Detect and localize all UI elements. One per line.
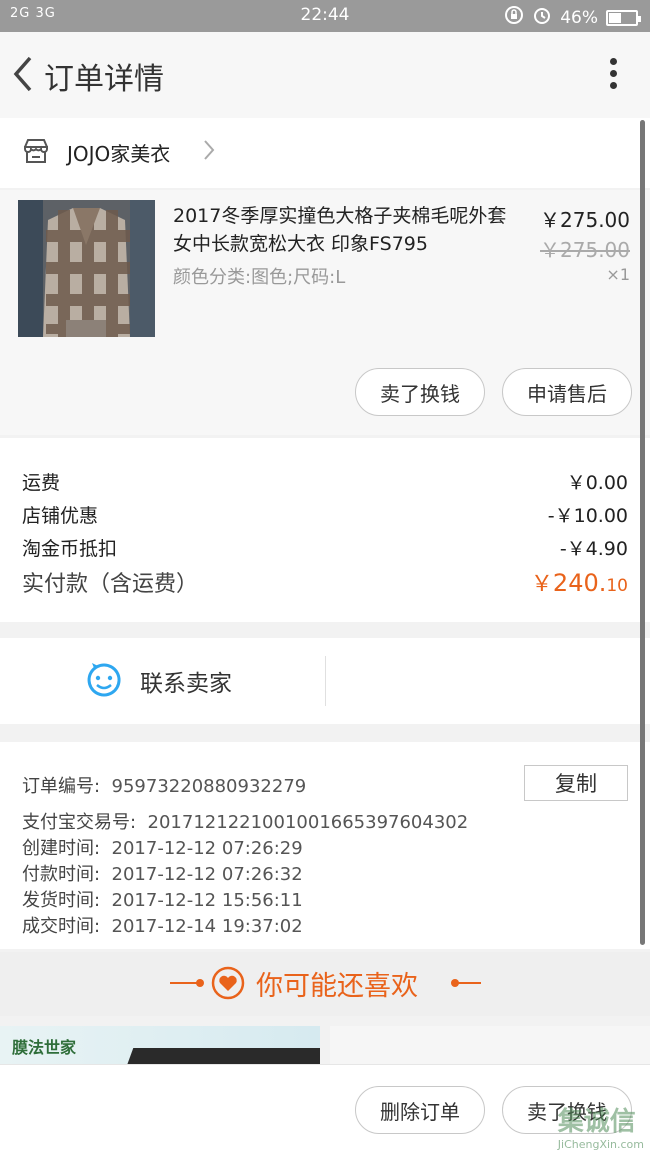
shop-discount-value: -￥10.00 — [547, 505, 628, 527]
divider — [325, 656, 326, 706]
scrollbar[interactable] — [640, 120, 645, 945]
coin-deduction-label: 淘金币抵扣 — [22, 538, 118, 560]
plaid-coat-image — [18, 200, 155, 337]
order-number-row: 订单编号: 95973220880932279 — [22, 772, 306, 798]
recommend-product-card[interactable]: 膜法世家 — [0, 1026, 320, 1064]
order-info: 订单编号: 95973220880932279 复制 支付宝交易号: 20171… — [0, 742, 650, 949]
order-number-label: 订单编号: — [22, 776, 101, 797]
watermark: 集诚信 JiChengXin.com — [558, 1101, 644, 1151]
total-label: 实付款（含运费） — [22, 572, 199, 597]
alipay-number-label: 支付宝交易号: — [22, 812, 137, 833]
alarm-icon — [532, 5, 552, 30]
product-original-price: ￥275.00 — [540, 238, 630, 262]
order-number: 95973220880932279 — [111, 776, 307, 797]
page-title: 订单详情 — [44, 62, 164, 97]
total-value: ￥240.10 — [531, 566, 628, 598]
coin-deduction-row: 淘金币抵扣 -￥4.90 — [22, 534, 628, 561]
total-row: 实付款（含运费） ￥240.10 — [22, 566, 628, 598]
recommend-title: 你可能还喜欢 — [256, 971, 418, 1002]
shipped-time-label: 发货时间: — [22, 890, 101, 911]
product-title[interactable]: 2017冬季厚实撞色大格子夹棉毛呢外套女中长款宽松大衣 印象FS795 — [173, 202, 518, 258]
recommend-header: 你可能还喜欢 — [0, 952, 650, 1016]
recommend-line-right — [455, 982, 481, 984]
product-quantity: ×1 — [606, 265, 630, 284]
nav-bar: 订单详情 — [0, 32, 650, 118]
delete-order-button[interactable]: 删除订单 — [355, 1086, 485, 1134]
back-button[interactable] — [8, 52, 36, 96]
shop-discount-label: 店铺优惠 — [22, 505, 99, 527]
created-time-label: 创建时间: — [22, 838, 101, 859]
heart-icon — [211, 966, 245, 1004]
total-currency: ￥ — [530, 572, 553, 597]
shipped-time-row: 发货时间: 2017-12-12 15:56:11 — [22, 886, 303, 912]
copy-button[interactable]: 复制 — [524, 765, 628, 801]
more-dot-icon — [610, 70, 617, 77]
product-thumbnail[interactable] — [18, 200, 155, 337]
paid-time-label: 付款时间: — [22, 864, 101, 885]
bottom-action-bar: 删除订单 卖了换钱 集诚信 JiChengXin.com — [0, 1064, 650, 1155]
shipped-time: 2017-12-12 15:56:11 — [111, 890, 303, 911]
contact-seller-bar: 联系卖家 — [0, 638, 650, 724]
store-icon — [22, 138, 50, 168]
alipay-number-row: 支付宝交易号: 2017121221001001665397604302 — [22, 808, 468, 834]
shipping-value: ￥0.00 — [566, 472, 628, 494]
more-dot-icon — [610, 58, 617, 65]
banner-band — [126, 1048, 320, 1064]
paid-time-row: 付款时间: 2017-12-12 07:26:32 — [22, 860, 303, 886]
completed-time: 2017-12-14 19:37:02 — [111, 916, 303, 937]
total-decimal: 10 — [606, 576, 628, 596]
watermark-subtext: JiChengXin.com — [557, 1138, 644, 1151]
sell-for-cash-button[interactable]: 卖了换钱 — [355, 368, 485, 416]
shop-name: JOJO家美衣 — [67, 142, 171, 166]
recommend-line-left — [170, 982, 198, 984]
alipay-number: 2017121221001001665397604302 — [147, 812, 469, 833]
created-time: 2017-12-12 07:26:29 — [111, 838, 303, 859]
back-arrow-icon — [13, 56, 32, 92]
paid-time: 2017-12-12 07:26:32 — [111, 864, 303, 885]
recommend-dot-left — [196, 979, 204, 987]
status-bar: 2G 3G 22:44 46% — [0, 0, 650, 32]
more-dot-icon — [610, 82, 617, 89]
status-right: 46% — [504, 5, 641, 30]
watermark-text: 集诚信 — [557, 1107, 636, 1137]
shop-row[interactable]: JOJO家美衣 — [0, 118, 650, 188]
more-menu-button[interactable] — [610, 58, 620, 94]
shipping-label: 运费 — [22, 472, 61, 494]
battery-percent: 46% — [560, 7, 598, 28]
order-item[interactable]: 2017冬季厚实撞色大格子夹棉毛呢外套女中长款宽松大衣 印象FS795 颜色分类… — [0, 190, 650, 435]
created-time-row: 创建时间: 2017-12-12 07:26:29 — [22, 834, 303, 860]
chevron-right-icon — [202, 138, 216, 166]
completed-time-label: 成交时间: — [22, 916, 101, 937]
completed-time-row: 成交时间: 2017-12-14 19:37:02 — [22, 912, 303, 938]
contact-seller-button[interactable]: 联系卖家 — [140, 664, 232, 698]
order-detail-scroll[interactable]: JOJO家美衣 2017冬季厚实撞色大格子夹棉毛呢外套女中长款宽松大衣 印象FS… — [0, 118, 650, 1064]
chat-face-icon — [86, 662, 122, 702]
coin-deduction-value: -￥4.90 — [559, 538, 628, 560]
recommend-product-card[interactable] — [330, 1026, 650, 1064]
product-sku: 颜色分类:图色;尺码:L — [173, 267, 346, 288]
total-integer: 240. — [552, 569, 607, 597]
banner-brand: 膜法世家 — [12, 1038, 77, 1057]
lock-rotation-icon — [504, 5, 524, 30]
product-price: ￥275.00 — [540, 208, 630, 232]
shipping-row: 运费 ￥0.00 — [22, 468, 628, 495]
shop-discount-row: 店铺优惠 -￥10.00 — [22, 501, 628, 528]
price-summary: 运费 ￥0.00 店铺优惠 -￥10.00 淘金币抵扣 -￥4.90 实付款（含… — [0, 438, 650, 622]
after-sales-button[interactable]: 申请售后 — [502, 368, 632, 416]
battery-icon — [606, 9, 641, 26]
